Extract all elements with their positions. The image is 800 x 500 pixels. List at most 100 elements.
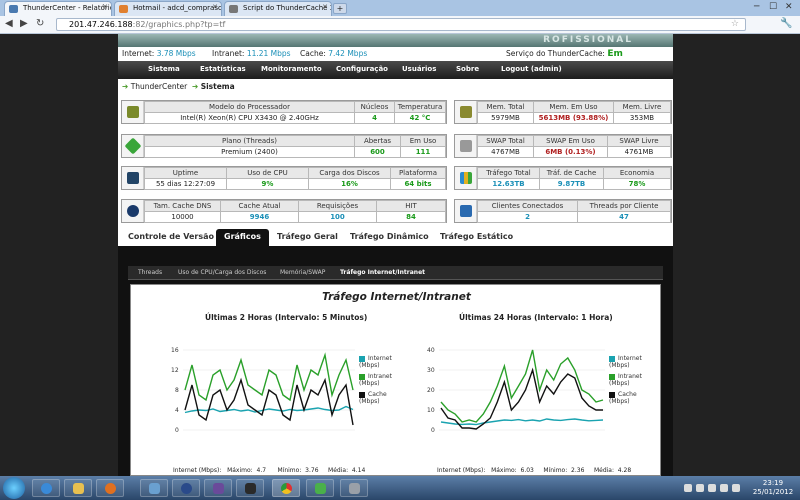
taskbar-ts[interactable] [204,479,232,497]
menu-estatisticas[interactable]: Estatísticas [200,65,246,73]
tick-label: 0 [175,427,179,434]
traffic-graph-panel: Tráfego Internet/Intranet Últimas 2 Hora… [130,284,661,476]
tick-label: 10 [427,407,435,414]
address-bar: ◀ ▶ ↻ 201.47.246.188:82/graphics.php?tp=… [0,16,800,34]
subtab-memoria-swap[interactable]: Memória/SWAP [280,269,325,276]
bar-chart-icon [460,172,472,184]
taskbar-clock[interactable]: 23:19 25/01/2012 [748,479,798,497]
uptime-icon [127,172,139,184]
network-tray-icon[interactable] [732,484,740,492]
tick-label: 8 [175,387,179,394]
tray-icon[interactable] [708,484,716,492]
tab-graficos[interactable]: Gráficos [216,229,269,246]
arrow-icon: ➔ [122,82,129,91]
arrow-icon: ➔ [192,82,199,91]
menu-monitoramento[interactable]: Monitoramento [261,65,322,73]
url-input[interactable]: 201.47.246.188:82/graphics.php?tp=tf ☆ [56,18,746,31]
chart-2h-footer: Internet (Mbps): Máximo: 4.7 Mínimo: 3.7… [173,467,366,474]
close-tab-icon[interactable]: ✕ [212,3,218,11]
page-left-margin [0,34,118,476]
back-icon[interactable]: ◀ [5,18,13,29]
chart-24h-plot [439,349,605,431]
taskbar-app[interactable] [172,479,200,497]
taskbar-explorer[interactable] [64,479,92,497]
taskbar-messenger[interactable] [306,479,334,497]
taskbar-network[interactable] [140,479,168,497]
tick-label: 4 [175,407,179,414]
tick-label: 20 [427,387,435,394]
breadcrumb-sistema: Sistema [200,82,235,91]
tab-trafego-geral[interactable]: Tráfego Geral [277,232,338,241]
browser-tab-bar: ThunderCenter - Relatório ✕ Hotmail - ad… [0,0,800,16]
processor-icon [127,106,139,118]
subtab-trafego-internet[interactable]: Tráfego Internet/Intranet [340,269,425,276]
volume-icon[interactable] [720,484,728,492]
media-player-icon [105,483,116,494]
section-tabs: Controle de Versão Gráficos Tráfego Gera… [118,229,673,246]
tab-trafego-dinamico[interactable]: Tráfego Dinâmico [350,232,429,241]
status-line: Internet: 3.78 Mbps Intranet: 11.21 Mbps… [118,47,673,73]
taskbar-chrome[interactable] [272,479,300,497]
breadcrumb: ➔ ThunderCenter ➔ Sistema [122,82,235,91]
breadcrumb-thundercenter[interactable]: ThunderCenter [131,82,188,91]
forward-icon[interactable]: ▶ [20,18,28,29]
folder-icon [73,483,84,494]
putty-icon [349,483,360,494]
uptime-panel: Uptime Uso de CPU Carga dos Discos Platafor… [121,166,447,190]
hotmail-favicon-icon [119,5,128,13]
taskbar-terminal[interactable] [236,479,264,497]
menu-usuarios[interactable]: Usuários [402,65,436,73]
chart-24h-title: Últimas 24 Horas (Intervalo: 1 Hora) [459,313,613,322]
memory-icon [460,106,472,118]
clients-icon [460,205,472,217]
page-right-margin [673,34,800,476]
browser-tab-script[interactable]: Script do ThunderCache 3.0 ✕ [224,1,332,16]
legend-24h: Internet (Mbps) Intranet (Mbps) Cache (M… [609,355,642,405]
memory-panel: Mem. Total Mem. Em Uso Mem. Livre 5979MB 56… [454,100,672,124]
series-line-intranet [440,349,604,423]
maximize-icon[interactable]: ☐ [769,2,777,12]
tick-label: 12 [171,367,179,374]
script-favicon-icon [229,5,238,13]
start-button[interactable] [3,477,25,499]
dns-panel: Tam. Cache DNS Cache Atual Requisições HIT … [121,199,447,223]
taskbar-ie[interactable] [32,479,60,497]
chart-2h-plot [183,349,355,431]
browser-tab-hotmail[interactable]: Hotmail - adcd_compraso ✕ [114,1,222,16]
bookmark-star-icon[interactable]: ☆ [731,19,739,30]
close-window-icon[interactable]: ✕ [785,2,793,12]
subtab-cpu-discos[interactable]: Uso de CPU/Carga dos Discos [178,269,266,276]
browser-tab-thundercenter[interactable]: ThunderCenter - Relatório ✕ [4,1,112,16]
app-icon [181,483,192,494]
chart-24h-footer: Internet (Mbps): Máximo: 6.03 Mínimo: 2.… [437,467,632,474]
close-tab-icon[interactable]: ✕ [322,3,328,11]
subtab-threads[interactable]: Threads [138,269,162,276]
main-menu: Sistema Estatísticas Monitoramento Confi… [118,61,673,79]
tray-icon[interactable] [696,484,704,492]
network-icon [149,483,160,494]
ts-icon [213,483,224,494]
minimize-icon[interactable]: ─ [754,2,759,12]
menu-configuracao[interactable]: Configuração [336,65,388,73]
chart-2h-title: Últimas 2 Horas (Intervalo: 5 Minutos) [205,313,368,322]
menu-sobre[interactable]: Sobre [456,65,479,73]
tray-icon[interactable] [684,484,692,492]
page-content: ROFISSIONAL Internet: 3.78 Mbps Intranet… [118,34,673,476]
taskbar-media[interactable] [96,479,124,497]
tab-controle-versao[interactable]: Controle de Versão [128,232,214,241]
page-favicon-icon [9,5,18,13]
graph-subtabs: Threads Uso de CPU/Carga dos Discos Memó… [128,266,663,280]
new-tab-button[interactable]: + [333,3,347,14]
ie-icon [41,483,52,494]
chrome-icon [281,483,292,494]
cpu-panel: Modelo do Processador Núcleos Temperatura … [121,100,447,124]
taskbar-putty[interactable] [340,479,368,497]
tick-label: 16 [171,347,179,354]
close-tab-icon[interactable]: ✕ [102,3,108,11]
reload-icon[interactable]: ↻ [36,18,44,29]
menu-sistema[interactable]: Sistema [148,65,180,73]
tab-trafego-estatico[interactable]: Tráfego Estático [440,232,513,241]
traffic-panel: Tráfego Total Tráf. de Cache Economia 12.6… [454,166,672,190]
menu-logout[interactable]: Logout (admin) [501,65,562,73]
wrench-icon[interactable]: 🔧 [780,18,792,29]
